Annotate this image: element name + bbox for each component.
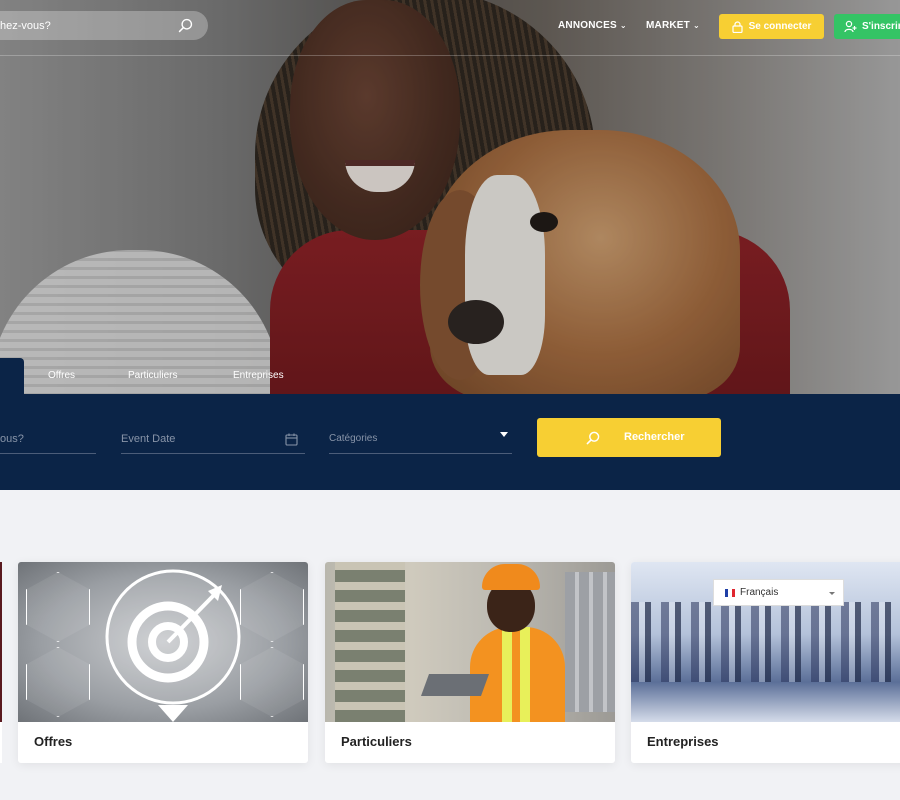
search-icon[interactable] (177, 17, 194, 34)
event-date-placeholder: Event Date (121, 432, 176, 445)
nav-annonces[interactable]: ANNONCES ⌄ (558, 20, 627, 31)
nav-annonces-label: ANNONCES (558, 20, 617, 31)
login-button[interactable]: Se connecter (719, 14, 824, 39)
category-select[interactable]: Catégories (329, 424, 512, 454)
oil-pump-icon (240, 572, 304, 642)
tab-active-indicator[interactable] (0, 358, 24, 395)
card-image (18, 562, 308, 722)
header-search-input[interactable]: hez-vous? (0, 11, 208, 40)
keyword-placeholder: ous? (0, 432, 24, 445)
add-user-icon (844, 20, 857, 33)
card-title: Offres (34, 734, 73, 749)
plant-icon (26, 647, 90, 717)
signup-button[interactable]: S'inscrir (834, 14, 900, 39)
health-icon (26, 572, 90, 642)
nav-market-label: MARKET (646, 20, 690, 31)
chevron-down-icon: ⌄ (692, 21, 700, 30)
caret-down-icon (829, 592, 835, 595)
target-icon (105, 569, 241, 722)
category-card-partial[interactable] (0, 562, 2, 763)
tab-entreprises[interactable]: Entreprises (233, 370, 284, 381)
french-flag-icon (725, 588, 735, 597)
category-card-offres[interactable]: Offres (18, 562, 308, 763)
top-navigation-bar: hez-vous? ANNONCES ⌄ MARKET ⌄ Se connect… (0, 0, 900, 56)
header-search-placeholder: hez-vous? (0, 19, 51, 32)
lock-icon (731, 20, 743, 33)
search-form: ous? Event Date Catégories Rechercher (0, 394, 900, 490)
signup-label: S'inscrir (862, 21, 900, 32)
search-icon (586, 431, 600, 445)
robot-arm-icon (240, 647, 304, 717)
tab-offres[interactable]: Offres (48, 370, 75, 381)
calendar-icon[interactable] (285, 433, 298, 446)
search-submit-button[interactable]: Rechercher (537, 418, 721, 457)
caret-down-icon (500, 432, 508, 437)
card-image (0, 562, 2, 722)
category-card-particuliers[interactable]: Particuliers (325, 562, 615, 763)
card-image (325, 562, 615, 722)
language-value: Français (740, 587, 779, 598)
login-label: Se connecter (748, 21, 812, 32)
search-submit-label: Rechercher (624, 431, 685, 443)
card-title: Particuliers (341, 734, 412, 749)
hero-image (0, 0, 900, 394)
chevron-down-icon: ⌄ (619, 21, 627, 30)
category-placeholder: Catégories (329, 433, 378, 444)
event-date-input[interactable]: Event Date (121, 424, 305, 454)
tab-particuliers[interactable]: Particuliers (128, 370, 177, 381)
keyword-input[interactable]: ous? (0, 424, 96, 454)
nav-market[interactable]: MARKET ⌄ (646, 20, 700, 31)
card-title: Entreprises (647, 734, 719, 749)
language-select[interactable]: Français (713, 579, 844, 606)
